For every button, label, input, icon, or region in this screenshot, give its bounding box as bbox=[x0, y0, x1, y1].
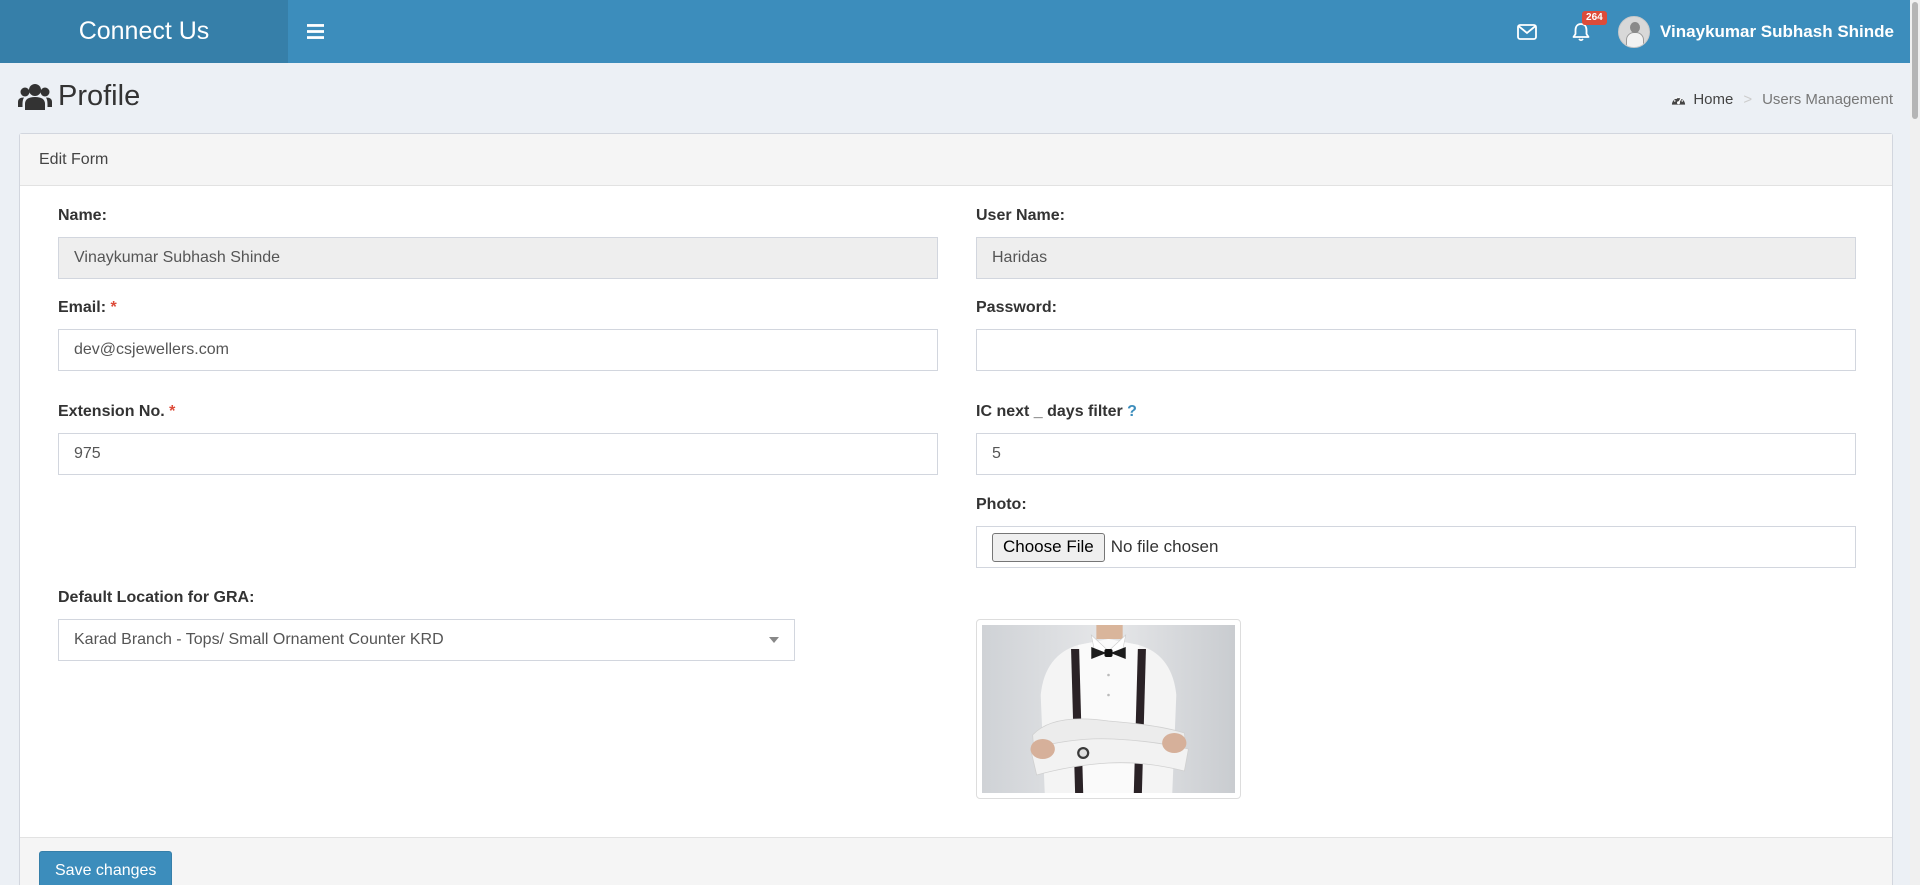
extension-field[interactable] bbox=[58, 433, 938, 475]
extension-label-text: Extension No. bbox=[58, 403, 165, 420]
default-location-select[interactable]: Karad Branch - Tops/ Small Ornament Coun… bbox=[58, 619, 795, 661]
email-field[interactable] bbox=[58, 329, 938, 371]
required-mark: * bbox=[110, 299, 117, 316]
top-navbar: Connect Us 264 Vinaykumar Subhash Shinde bbox=[0, 0, 1910, 63]
ic-next-days-label: IC next _ days filter ? bbox=[976, 403, 1137, 421]
envelope-icon bbox=[1517, 23, 1537, 40]
password-field[interactable] bbox=[976, 329, 1856, 371]
edit-form-box: Edit Form Name: Vinaykumar Subhash Shind… bbox=[19, 133, 1893, 885]
profile-photo-image bbox=[982, 625, 1235, 793]
page-title-text: Profile bbox=[58, 80, 141, 112]
avatar bbox=[1618, 15, 1651, 48]
password-label: Password: bbox=[976, 299, 1057, 316]
breadcrumb-separator: > bbox=[1743, 91, 1753, 108]
email-label: Email: * bbox=[58, 299, 117, 317]
sidebar-toggle-button[interactable] bbox=[290, 0, 340, 63]
profile-photo bbox=[982, 625, 1235, 793]
breadcrumb-home-label: Home bbox=[1693, 91, 1734, 108]
box-footer: Save changes bbox=[20, 837, 1892, 885]
name-field[interactable]: Vinaykumar Subhash Shinde bbox=[58, 237, 938, 279]
messages-button[interactable] bbox=[1500, 0, 1554, 63]
dashboard-icon bbox=[1672, 96, 1686, 105]
ic-next-days-field[interactable] bbox=[976, 433, 1856, 475]
page-scrollbar[interactable] bbox=[1910, 0, 1920, 885]
notifications-button[interactable]: 264 bbox=[1554, 0, 1608, 63]
help-tooltip-icon[interactable]: ? bbox=[1127, 403, 1137, 420]
users-icon bbox=[18, 83, 52, 110]
user-menu[interactable]: Vinaykumar Subhash Shinde bbox=[1608, 0, 1894, 63]
navbar-right: 264 Vinaykumar Subhash Shinde bbox=[1500, 0, 1910, 63]
user-name: Vinaykumar Subhash Shinde bbox=[1660, 21, 1894, 41]
email-label-text: Email: bbox=[58, 299, 107, 316]
breadcrumb-current: Users Management bbox=[1762, 91, 1893, 108]
page-title: Profile bbox=[18, 80, 140, 113]
default-location-value: Karad Branch - Tops/ Small Ornament Coun… bbox=[74, 631, 444, 648]
username-field[interactable]: Haridas bbox=[976, 237, 1856, 279]
extension-label: Extension No. * bbox=[58, 403, 175, 421]
scrollbar-thumb[interactable] bbox=[1912, 2, 1918, 119]
photo-file-input[interactable]: Choose File No file chosen bbox=[976, 526, 1856, 568]
photo-label: Photo: bbox=[976, 496, 1027, 513]
save-changes-button[interactable]: Save changes bbox=[39, 851, 173, 885]
choose-file-button[interactable]: Choose File bbox=[992, 532, 1105, 562]
ic-next-days-label-text: IC next _ days filter bbox=[976, 403, 1123, 420]
bars-icon bbox=[306, 24, 324, 39]
notification-count-badge: 264 bbox=[1582, 11, 1607, 25]
required-mark: * bbox=[169, 403, 176, 420]
brand-logo[interactable]: Connect Us bbox=[0, 0, 288, 63]
username-label: User Name: bbox=[976, 207, 1065, 224]
file-status-text: No file chosen bbox=[1110, 537, 1219, 556]
breadcrumb-home[interactable]: Home bbox=[1671, 91, 1733, 108]
chevron-down-icon bbox=[769, 637, 779, 643]
name-label: Name: bbox=[58, 207, 107, 224]
box-title: Edit Form bbox=[20, 134, 1892, 186]
photo-preview bbox=[976, 619, 1241, 799]
breadcrumb: Home > Users Management bbox=[1671, 91, 1893, 108]
default-location-label: Default Location for GRA: bbox=[58, 589, 255, 606]
